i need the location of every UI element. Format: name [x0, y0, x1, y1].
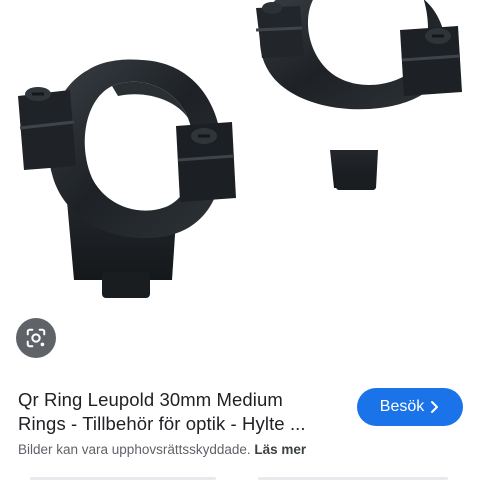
copyright-text: Bilder kan vara upphovsrättsskyddade.: [18, 442, 251, 457]
result-title-line-2: Rings - Tillbehör för optik - Hylte ...: [18, 413, 306, 434]
next-results-strip: [0, 472, 480, 480]
scope-ring-left: [18, 59, 236, 298]
visit-button[interactable]: Besök: [357, 388, 463, 426]
copyright-note: Bilder kan vara upphovsrättsskyddade. Lä…: [18, 442, 458, 457]
product-image[interactable]: [0, 0, 480, 312]
result-title-line-1: Qr Ring Leupold 30mm Medium: [18, 389, 283, 410]
google-lens-icon: [26, 328, 46, 348]
scope-ring-right: [255, 0, 462, 190]
visit-button-label: Besök: [379, 398, 425, 415]
chevron-right-icon: [431, 401, 439, 413]
learn-more-link[interactable]: Läs mer: [254, 442, 306, 457]
scope-rings-image: [18, 0, 462, 298]
result-title[interactable]: Qr Ring Leupold 30mm Medium Rings - Till…: [18, 388, 346, 436]
lens-button[interactable]: [16, 318, 56, 358]
